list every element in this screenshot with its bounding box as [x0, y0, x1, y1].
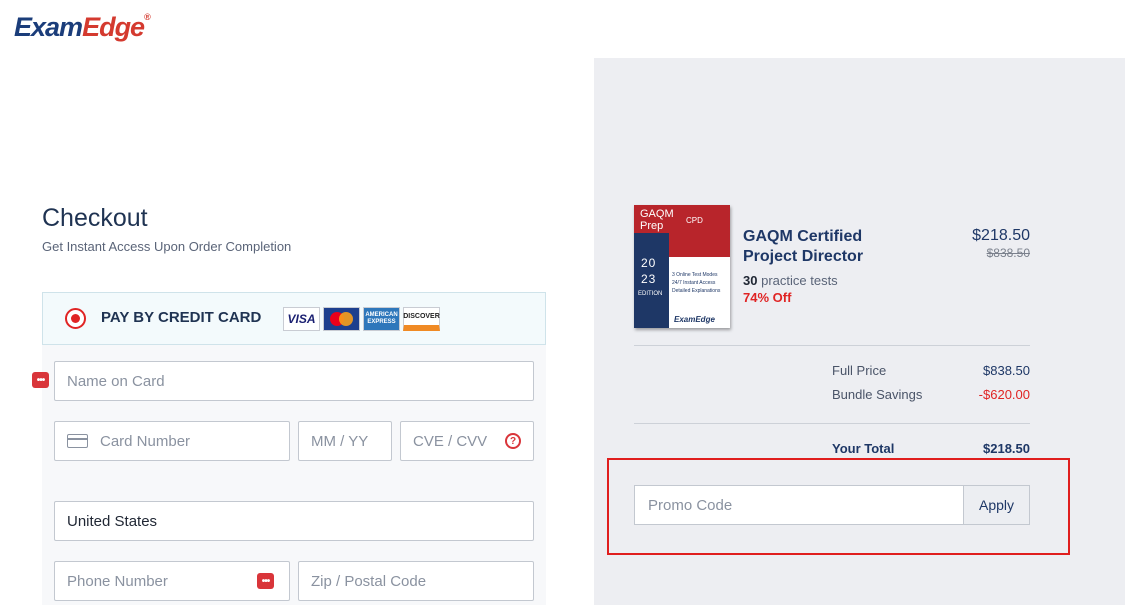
name-on-card-input[interactable]: Name on Card — [54, 361, 534, 401]
full-price-label: Full Price — [832, 363, 887, 378]
discount-label: 74% Off — [743, 290, 792, 305]
country-value: United States — [67, 512, 158, 530]
full-price-value: $838.50 — [983, 363, 1030, 378]
total-label: Your Total — [832, 441, 895, 456]
summary-divider — [634, 345, 1030, 346]
logo-part-exam: Exam — [14, 12, 83, 42]
cvv-placeholder: CVE / CVV — [413, 432, 488, 450]
apply-promo-button[interactable]: Apply — [963, 485, 1030, 525]
cover-edition-text: EDITION — [638, 291, 663, 297]
expiry-input[interactable]: MM / YY — [298, 421, 392, 461]
card-number-input[interactable]: Card Number — [54, 421, 290, 461]
page-title: Checkout — [42, 204, 148, 232]
payment-method-label: PAY BY CREDIT CARD — [101, 309, 262, 326]
card-number-placeholder: Card Number — [100, 432, 191, 450]
pay-by-credit-card-option[interactable]: PAY BY CREDIT CARD VISA AMERICAN EXPRESS… — [42, 292, 546, 345]
promo-code-input[interactable] — [634, 485, 964, 525]
zip-code-input[interactable]: Zip / Postal Code — [298, 561, 534, 601]
amex-icon: AMERICAN EXPRESS — [363, 307, 400, 331]
help-question-icon[interactable]: ? — [505, 433, 521, 449]
cover-brand-text: ExamEdge — [674, 315, 715, 324]
product-title: GAQM Certified Project Director — [743, 228, 864, 265]
logo-registered-mark: ® — [144, 12, 151, 22]
credit-card-icon — [67, 434, 88, 448]
page-subtitle: Get Instant Access Upon Order Completion — [42, 239, 292, 254]
practice-test-count: 30 practice tests — [743, 273, 838, 288]
summary-divider — [634, 423, 1030, 424]
total-value: $218.50 — [983, 441, 1030, 456]
discover-icon: DISCOVER — [403, 307, 440, 331]
cvv-input[interactable]: CVE / CVV ? — [400, 421, 534, 461]
product-price: $218.50 — [972, 227, 1030, 244]
card-logos: VISA AMERICAN EXPRESS DISCOVER — [283, 307, 440, 331]
product-cover-image: GAQM Prep CPD 20 23 EDITION 3 Online Tes… — [634, 205, 730, 328]
logo-part-edge: Edge — [82, 12, 145, 42]
visa-icon: VISA — [283, 307, 320, 331]
zip-code-placeholder: Zip / Postal Code — [311, 572, 427, 590]
autofill-dots-icon[interactable]: ••• — [32, 372, 49, 388]
exam-edge-logo[interactable]: ExamEdge® — [14, 12, 151, 43]
bundle-savings-value: -$620.00 — [978, 387, 1030, 402]
cover-features: 3 Online Test Modes 24/7 Instant Access … — [672, 272, 721, 294]
bundle-savings-label: Bundle Savings — [832, 387, 923, 402]
mastercard-icon — [323, 307, 360, 331]
cover-tag-text: CPD — [686, 216, 703, 225]
phone-number-placeholder: Phone Number — [67, 572, 168, 590]
country-select[interactable]: United States — [54, 501, 534, 541]
phone-number-input[interactable]: Phone Number ••• — [54, 561, 290, 601]
cover-prep-text: GAQM Prep — [640, 208, 674, 232]
name-on-card-placeholder: Name on Card — [67, 372, 165, 390]
expiry-placeholder: MM / YY — [311, 432, 369, 450]
autofill-dots-icon[interactable]: ••• — [257, 573, 274, 589]
cover-year-text: 20 23 — [641, 256, 657, 286]
product-original-price: $838.50 — [986, 246, 1030, 260]
radio-selected-icon[interactable] — [65, 308, 86, 329]
